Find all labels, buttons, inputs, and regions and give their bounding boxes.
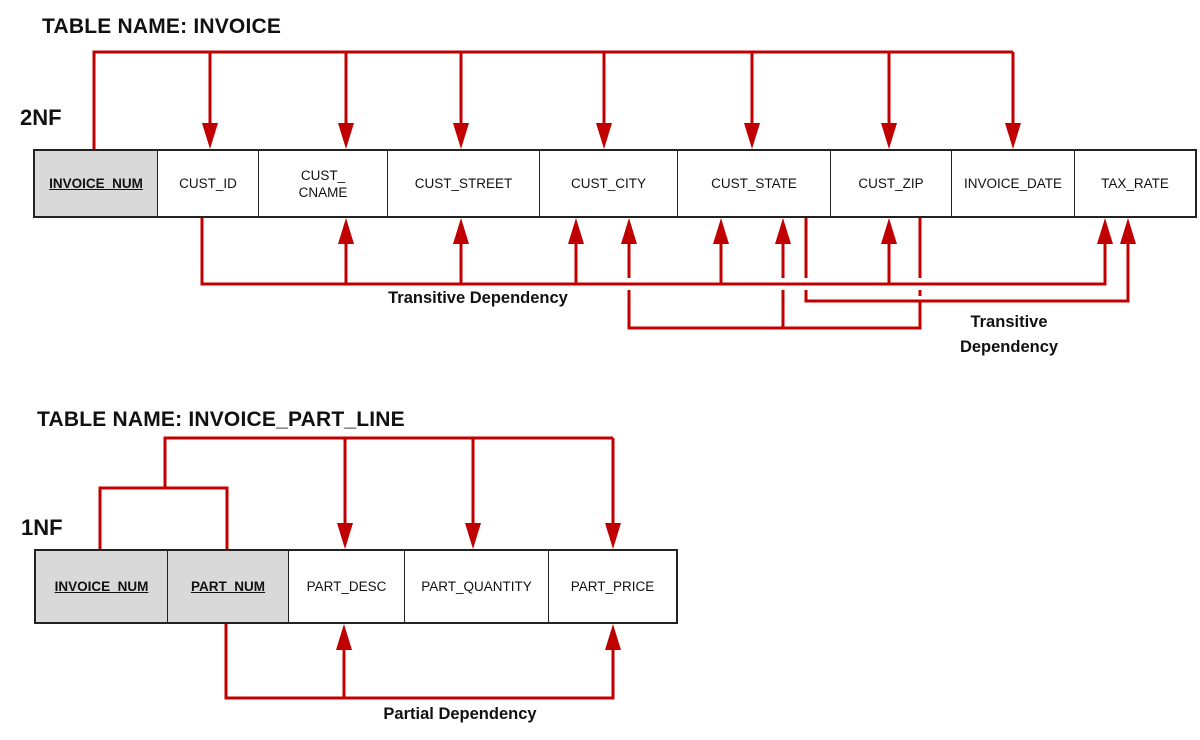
- arrowhead-up-icon: [605, 624, 621, 650]
- column-part-num: PART_NUM: [168, 551, 289, 622]
- transitive-dependency-line-b: [627, 290, 922, 330]
- arrowhead-down-icon: [596, 123, 612, 149]
- transitive-dependency-line-c: [804, 242, 1130, 303]
- dependency-arrows: [92, 50, 1136, 700]
- composite-key-dependency-line: [163, 436, 613, 488]
- arrowhead-down-icon: [605, 523, 621, 549]
- column-invoice-num: INVOICE_NUM: [35, 151, 158, 216]
- column-invoice-date: INVOICE_DATE: [952, 151, 1075, 216]
- invoice-table: INVOICE_NUM CUST_ID CUST_ CNAME CUST_STR…: [33, 149, 1197, 218]
- arrowhead-up-icon: [1097, 218, 1113, 244]
- column-cust-zip: CUST_ZIP: [831, 151, 952, 216]
- partial-dependency-label: Partial Dependency: [383, 705, 537, 723]
- arrowhead-up-icon: [881, 218, 897, 244]
- column-cust-cname: CUST_ CNAME: [259, 151, 388, 216]
- arrowhead-up-icon: [1120, 218, 1136, 244]
- invoice-table-title: TABLE NAME: INVOICE: [42, 15, 282, 38]
- arrowhead-up-icon: [621, 218, 637, 244]
- partial-dependency-line: [224, 624, 615, 700]
- column-part-desc: PART_DESC: [289, 551, 405, 622]
- arrowhead-up-icon: [775, 218, 791, 244]
- arrowhead-down-icon: [202, 123, 218, 149]
- arrowhead-down-icon: [453, 123, 469, 149]
- arrowhead-down-icon: [338, 123, 354, 149]
- column-tax-rate: TAX_RATE: [1101, 176, 1169, 191]
- invoice-part-line-table-title: TABLE NAME: INVOICE_PART_LINE: [37, 408, 405, 431]
- transitive-dependency-line-a: [200, 218, 1107, 286]
- column-cust-city: CUST_CITY: [540, 151, 678, 216]
- invoice-part-line-table: INVOICE_NUM PART_NUM PART_DESC PART_QUAN…: [34, 549, 678, 624]
- column-cust-state: CUST_STATE: [678, 151, 831, 216]
- arrowhead-down-icon: [744, 123, 760, 149]
- column-cust-street: CUST_STREET: [388, 151, 540, 216]
- transitive-dependency-label-right: Transitive Dependency: [959, 313, 1059, 356]
- invoice-normal-form-label: 2NF: [20, 105, 62, 130]
- column-invoice-num: INVOICE_NUM: [36, 551, 168, 622]
- arrowhead-down-icon: [337, 523, 353, 549]
- invoice-part-line-normal-form-label: 1NF: [21, 515, 63, 540]
- composite-key-bracket: [98, 486, 229, 549]
- arrowhead-down-icon: [1005, 123, 1021, 149]
- column-part-price: PART_PRICE: [570, 579, 655, 594]
- primary-key-dependency-line: [92, 50, 1013, 149]
- arrowhead-up-icon: [568, 218, 584, 244]
- arrowhead-down-icon: [881, 123, 897, 149]
- column-part-quantity: PART_QUANTITY: [405, 551, 549, 622]
- transitive-dependency-label: Transitive Dependency: [388, 289, 568, 307]
- arrowhead-up-icon: [713, 218, 729, 244]
- arrowhead-up-icon: [336, 624, 352, 650]
- arrowhead-up-icon: [453, 218, 469, 244]
- column-cust-id: CUST_ID: [158, 151, 259, 216]
- arrowhead-down-icon: [465, 523, 481, 549]
- arrowhead-up-icon: [338, 218, 354, 244]
